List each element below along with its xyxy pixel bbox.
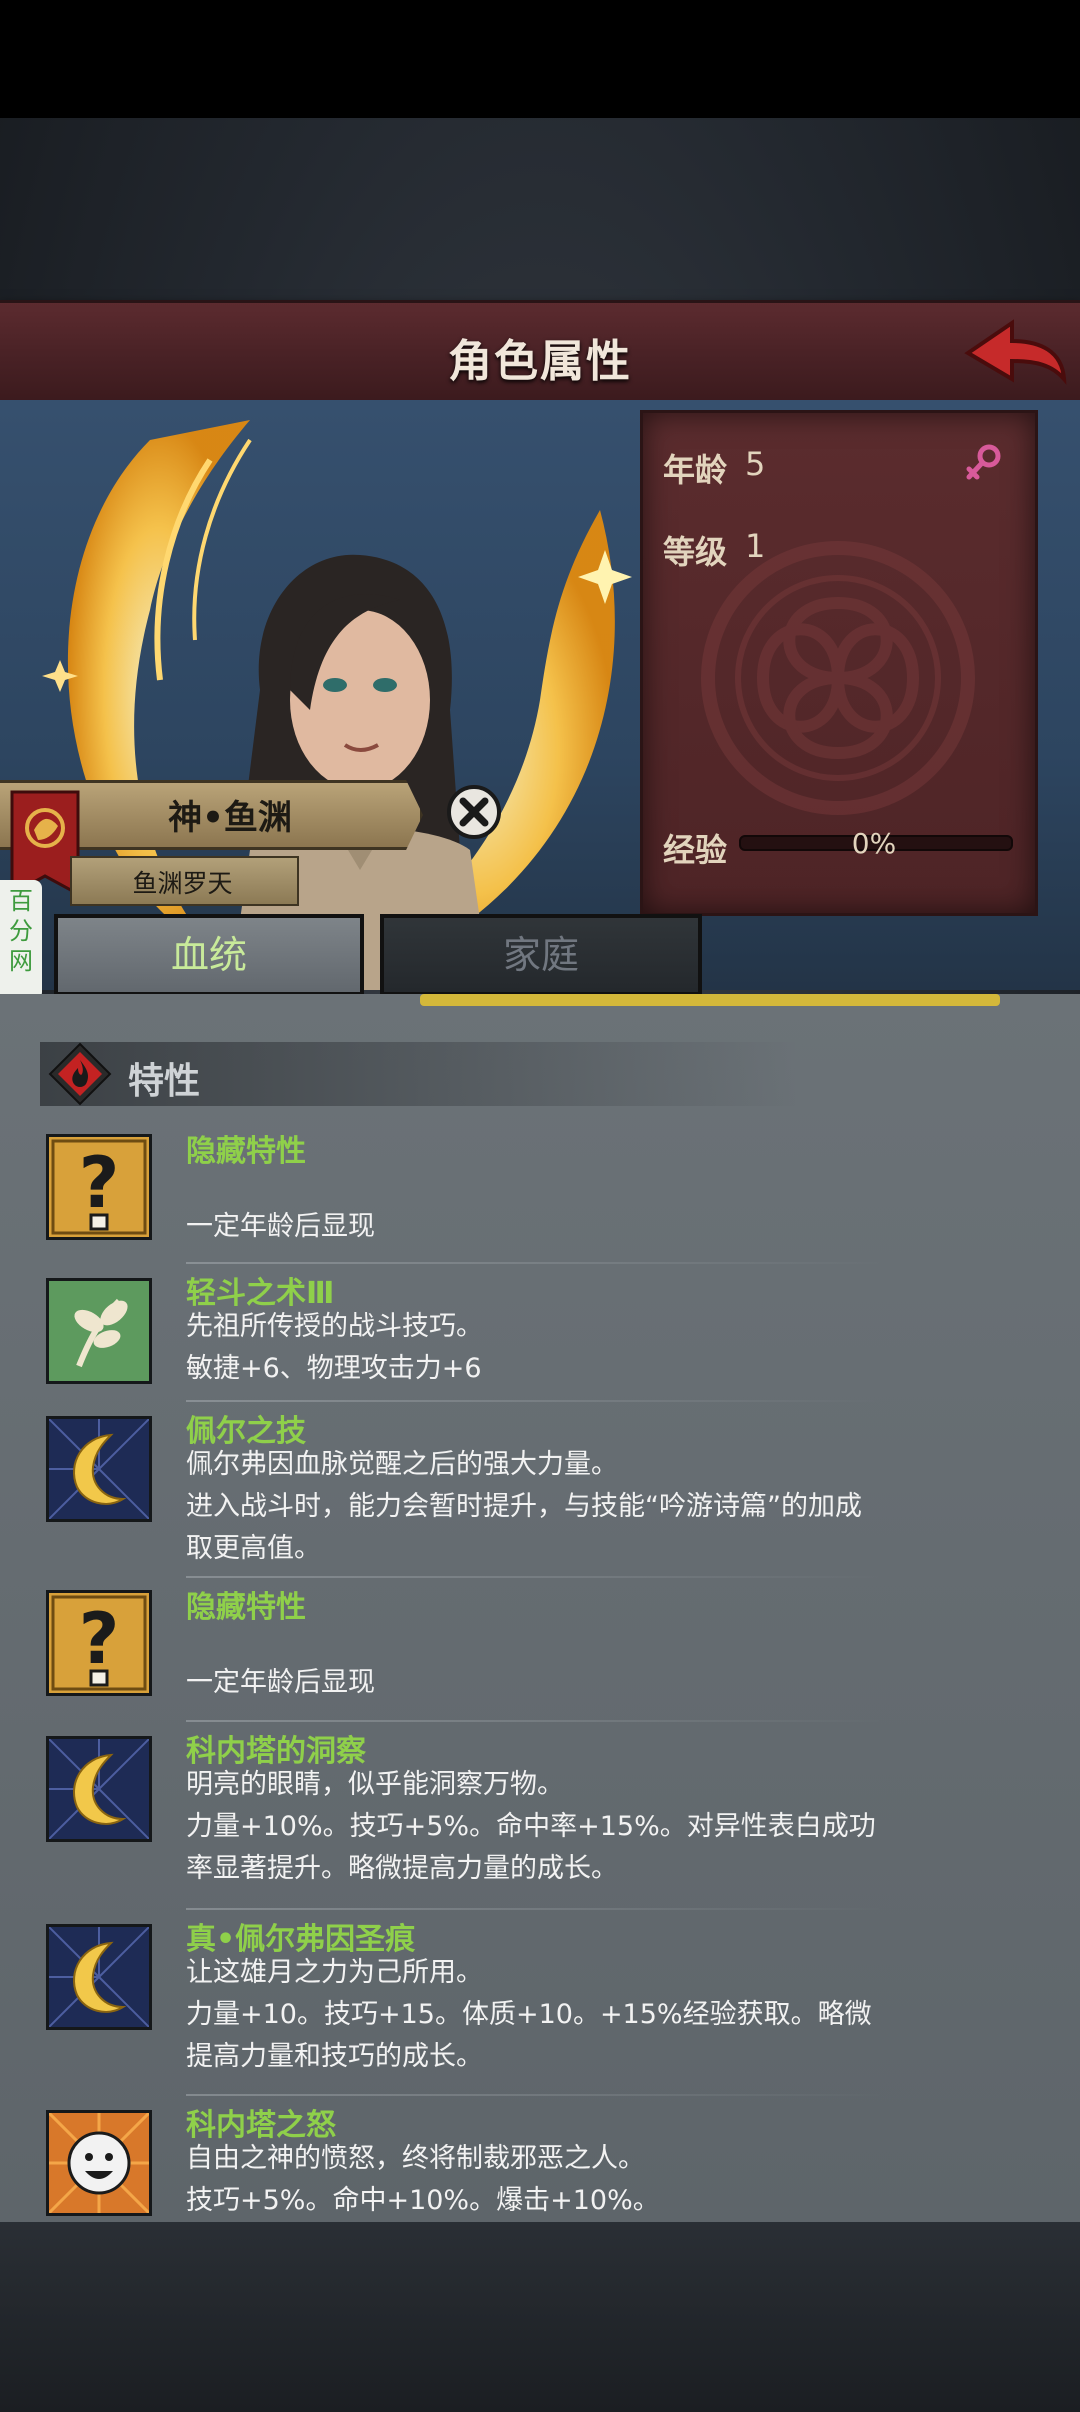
level-label: 等级 bbox=[663, 533, 728, 571]
trait-divider bbox=[186, 1720, 886, 1722]
tab-family[interactable]: 家庭 bbox=[380, 914, 702, 996]
trait-divider bbox=[186, 1400, 886, 1402]
stats-panel: 年龄 5 等级 1 经验 0% bbox=[640, 410, 1038, 916]
flame-diamond-icon bbox=[48, 1042, 112, 1106]
trait-description: 一定年龄后显现 bbox=[186, 1211, 375, 1242]
section-title: 特性 bbox=[128, 1061, 201, 1102]
character-title: 鱼渊罗天 bbox=[132, 869, 233, 898]
trait-description: 先祖所传授的战斗技巧。 敏捷+6、物理攻击力+6 bbox=[186, 1311, 483, 1384]
back-arrow-icon[interactable] bbox=[960, 313, 1070, 393]
trait-divider bbox=[186, 2094, 886, 2096]
trait-divider bbox=[186, 1908, 886, 1910]
sun-face-icon bbox=[46, 2110, 152, 2216]
trait-divider bbox=[186, 1262, 886, 1264]
trait-description: 一定年龄后显现 bbox=[186, 1667, 375, 1698]
celtic-knot-emblem bbox=[701, 541, 975, 815]
status-bar-area bbox=[0, 0, 1080, 118]
moon-icon bbox=[46, 1924, 152, 2030]
trait-description: 让这雄月之力为己所用。 力量+10。技巧+15。体质+10。+15%经验获取。略… bbox=[186, 1957, 872, 2072]
partially-hidden-row bbox=[60, 994, 1040, 1020]
page-title: 角色属性 bbox=[448, 336, 632, 387]
question-icon: ? bbox=[46, 1590, 152, 1696]
watermark-badge: 百分网 bbox=[0, 880, 42, 1000]
svg-text:?: ? bbox=[79, 1142, 120, 1224]
tab-bloodline[interactable]: 血统 bbox=[54, 914, 364, 996]
age-label: 年龄 bbox=[663, 451, 728, 489]
exp-label: 经验 bbox=[663, 831, 728, 869]
character-name: 神•鱼渊 bbox=[168, 798, 292, 838]
trait-description: 佩尔弗因血脉觉醒之后的强大力量。 进入战斗时，能力会暂时提升，与技能“吟游诗篇”… bbox=[186, 1449, 862, 1564]
exp-value: 0% bbox=[851, 827, 897, 860]
moon-icon bbox=[46, 1416, 152, 1522]
age-value: 5 bbox=[745, 445, 766, 483]
bottom-area bbox=[0, 2222, 1080, 2412]
traits-scroll-list[interactable]: 特性 ? 隐藏特性 一定年龄后显现 轻斗之术Ⅲ 先祖所传授的战斗技巧。 敏捷+6、物理… bbox=[0, 994, 1080, 2222]
traits-section-header: 特性 bbox=[40, 1042, 800, 1106]
cut-progress-bar bbox=[420, 994, 1000, 1006]
leaf-icon bbox=[46, 1278, 152, 1384]
trait-divider bbox=[186, 1576, 886, 1578]
svg-text:?: ? bbox=[79, 1598, 120, 1680]
question-icon: ? bbox=[46, 1134, 152, 1240]
level-value: 1 bbox=[745, 527, 766, 565]
trait-description: 自由之神的愤怒，终将制裁邪恶之人。 技巧+5%。命中+10%。爆击+10%。 bbox=[186, 2143, 660, 2216]
moon-icon bbox=[46, 1736, 152, 1842]
trait-description: 明亮的眼睛，似乎能洞察万物。 力量+10%。技巧+5%。命中率+15%。对异性表… bbox=[186, 1769, 876, 1884]
header-bar: 角色属性 bbox=[0, 300, 1080, 407]
close-icon[interactable] bbox=[446, 784, 502, 840]
female-gender-icon bbox=[966, 444, 1001, 480]
